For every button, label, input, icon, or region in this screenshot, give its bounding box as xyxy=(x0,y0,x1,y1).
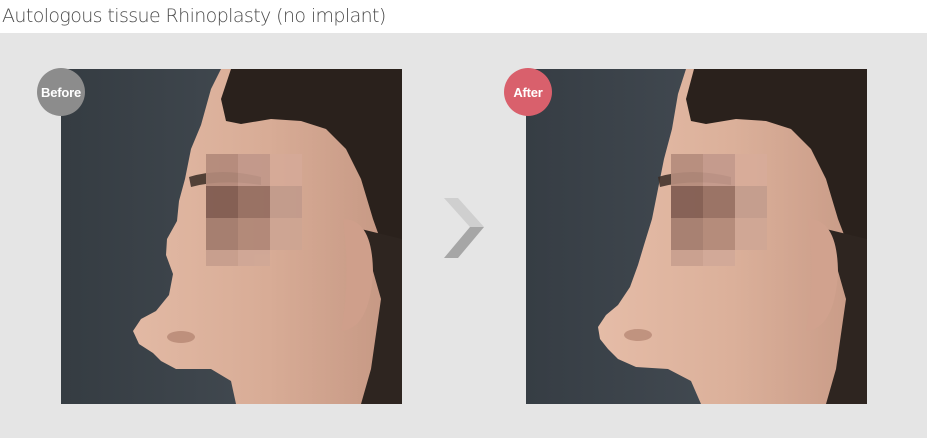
after-badge: After xyxy=(504,68,552,116)
after-photo xyxy=(526,69,867,404)
before-photo xyxy=(61,69,402,404)
page-title: Autologous tissue Rhinoplasty (no implan… xyxy=(2,5,386,27)
before-badge: Before xyxy=(37,68,85,116)
chevron-right-icon xyxy=(440,194,490,264)
